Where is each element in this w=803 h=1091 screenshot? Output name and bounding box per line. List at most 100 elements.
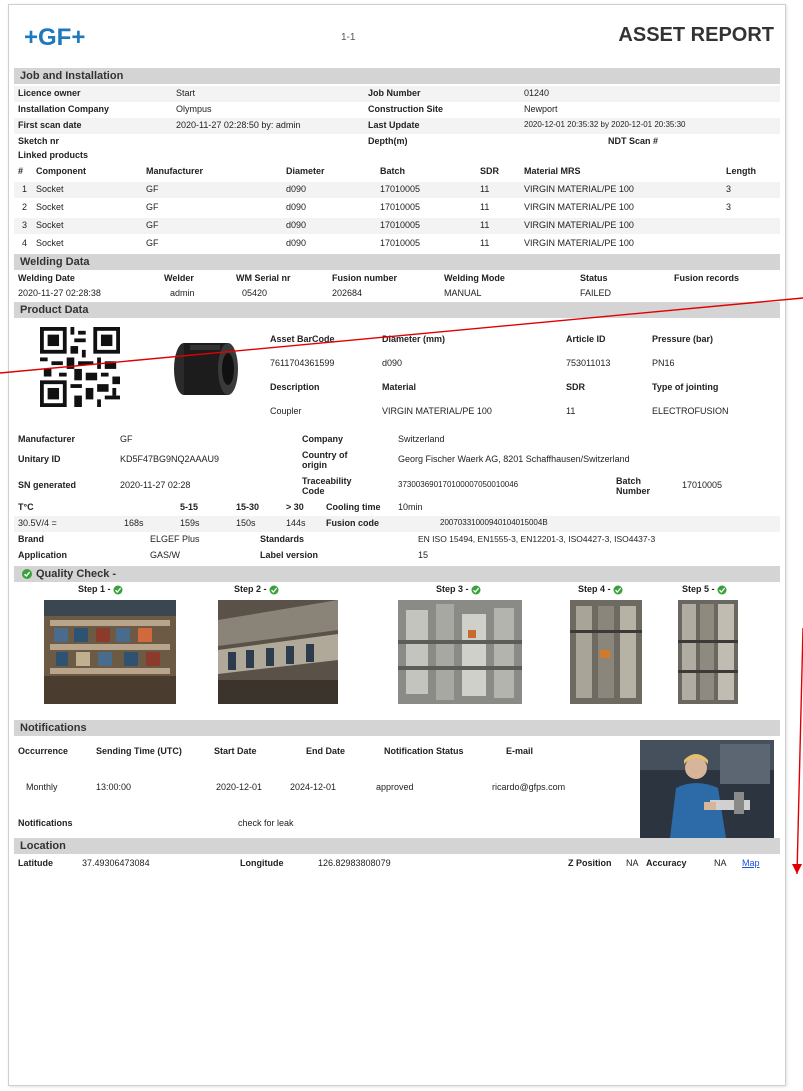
col-header: > 30 bbox=[286, 502, 304, 512]
section-product-data: Product Data bbox=[14, 302, 780, 318]
label: Depth(m) bbox=[368, 136, 408, 146]
product-row-sn: SN generated 2020-11-27 02:28 Traceabili… bbox=[14, 474, 780, 496]
col-header: Pressure (bar) bbox=[652, 334, 714, 344]
label: Latitude bbox=[18, 858, 53, 868]
section-notifications: Notifications bbox=[14, 720, 780, 736]
cell: 3 bbox=[726, 202, 732, 212]
coupler-product-image bbox=[160, 323, 252, 415]
col-header: 15-30 bbox=[236, 502, 260, 512]
check-circle-icon bbox=[113, 585, 123, 595]
label: Label version bbox=[260, 550, 319, 560]
value: 126.82983808079 bbox=[318, 858, 391, 868]
value: check for leak bbox=[238, 818, 294, 828]
col-header: Material MRS bbox=[524, 166, 581, 176]
col-header: Component bbox=[36, 166, 86, 176]
value: NA bbox=[626, 858, 639, 868]
table-row: 4 Socket GF d090 17010005 11 VIRGIN MATE… bbox=[14, 236, 780, 252]
col-header: Type of jointing bbox=[652, 382, 719, 392]
label: Installation Company bbox=[18, 104, 110, 114]
col-header: Batch bbox=[380, 166, 406, 176]
value: NA bbox=[714, 858, 727, 868]
cell: 3 bbox=[726, 184, 732, 194]
cell: Coupler bbox=[270, 406, 302, 416]
cell: approved bbox=[376, 782, 414, 792]
value: 168s bbox=[124, 518, 144, 528]
cell: 17010005 bbox=[380, 184, 421, 194]
step-label: Step 5 - bbox=[682, 584, 715, 594]
label: Linked products bbox=[18, 150, 89, 160]
cell: Socket bbox=[36, 184, 64, 194]
cell: VIRGIN MATERIAL/PE 100 bbox=[524, 238, 634, 248]
col-header: Material bbox=[382, 382, 417, 392]
cell: d090 bbox=[286, 202, 307, 212]
product-table-values-2: Coupler VIRGIN MATERIAL/PE 100 11 ELECTR… bbox=[270, 404, 780, 420]
section-location: Location bbox=[14, 838, 780, 854]
annotation-arrowhead bbox=[792, 864, 802, 874]
label: Brand bbox=[18, 534, 45, 544]
check-circle-icon bbox=[613, 585, 623, 595]
cell: 17010005 bbox=[380, 220, 421, 230]
col-header: 5-15 bbox=[180, 502, 199, 512]
cell: 2020-12-01 bbox=[216, 782, 263, 792]
cell: admin bbox=[170, 288, 195, 298]
qr-code-icon bbox=[40, 327, 120, 407]
cell: 2020-11-27 02:28:38 bbox=[18, 288, 101, 298]
cell: 17010005 bbox=[380, 238, 421, 248]
value: 30.5V/4 = bbox=[18, 518, 57, 528]
page-number: 1-1 bbox=[341, 32, 356, 43]
label: Traceability Code bbox=[302, 476, 352, 496]
check-circle-icon bbox=[22, 569, 32, 579]
label: Licence owner bbox=[18, 88, 81, 98]
job-row-5: Linked products bbox=[14, 148, 780, 164]
welding-header-row: Welding Date Welder WM Serial nr Fusion … bbox=[14, 271, 780, 287]
quality-photo-2 bbox=[218, 600, 338, 704]
value: 10min bbox=[398, 502, 423, 512]
value: 01240 bbox=[524, 88, 550, 98]
col-header: Sending Time (UTC) bbox=[96, 746, 182, 756]
notifications-value-row: Monthly 13:00:00 2020-12-01 2024-12-01 a… bbox=[14, 780, 614, 796]
report-title: ASSET REPORT bbox=[618, 24, 774, 46]
col-header: Manufacturer bbox=[146, 166, 204, 176]
step-label: Step 4 - bbox=[578, 584, 611, 594]
welding-value-row: 2020-11-27 02:28:38 admin 05420 202684 M… bbox=[14, 286, 780, 302]
col-header: Length bbox=[726, 166, 756, 176]
step-label: Step 1 - bbox=[78, 584, 111, 594]
label: T°C bbox=[18, 502, 34, 512]
cell: 11 bbox=[480, 184, 490, 194]
product-row-unitary: Unitary ID KD5F47BG9NQ2AAAU9 Country of … bbox=[14, 448, 780, 470]
notifications-header-row: Occurrence Sending Time (UTC) Start Date… bbox=[14, 744, 614, 760]
value: ELGEF Plus bbox=[150, 534, 200, 544]
step-label: Step 2 - bbox=[234, 584, 267, 594]
cell: Socket bbox=[36, 202, 64, 212]
cell: 3 bbox=[22, 220, 28, 230]
cell: 13:00:00 bbox=[96, 782, 132, 792]
cell: 11 bbox=[480, 202, 490, 212]
col-header: Description bbox=[270, 382, 320, 392]
cell: 753011013 bbox=[566, 358, 611, 368]
col-header: Status bbox=[580, 273, 608, 283]
table-row: 1 Socket GF d090 17010005 11 VIRGIN MATE… bbox=[14, 182, 780, 198]
product-row-application: Application GAS/W Label version 15 bbox=[14, 548, 780, 564]
map-link[interactable]: Map bbox=[742, 858, 760, 868]
check-circle-icon bbox=[269, 585, 279, 595]
cell: GF bbox=[146, 238, 159, 248]
label: Application bbox=[18, 550, 67, 560]
table-row: 3 Socket GF d090 17010005 11 VIRGIN MATE… bbox=[14, 218, 780, 234]
product-table-header-2: Description Material SDR Type of jointin… bbox=[270, 380, 780, 396]
value: 17010005 bbox=[682, 480, 723, 490]
label: First scan date bbox=[18, 120, 82, 130]
section-welding-data: Welding Data bbox=[14, 254, 780, 270]
cell: ELECTROFUSION bbox=[652, 406, 729, 416]
col-header: E-mail bbox=[506, 746, 534, 756]
col-header: Diameter bbox=[286, 166, 325, 176]
cell: d090 bbox=[286, 238, 307, 248]
cell: 202684 bbox=[332, 288, 363, 298]
cell: 11 bbox=[480, 220, 490, 230]
value: 2020-11-27 02:28:50 by: admin bbox=[176, 120, 301, 130]
cell: FAILED bbox=[580, 288, 612, 298]
cell: 1 bbox=[22, 184, 28, 194]
quality-step-1: Step 1 - bbox=[78, 584, 123, 595]
job-row-3: First scan date 2020-11-27 02:28:50 by: … bbox=[14, 118, 780, 134]
label: Notifications bbox=[18, 818, 73, 828]
col-header: # bbox=[18, 166, 24, 176]
